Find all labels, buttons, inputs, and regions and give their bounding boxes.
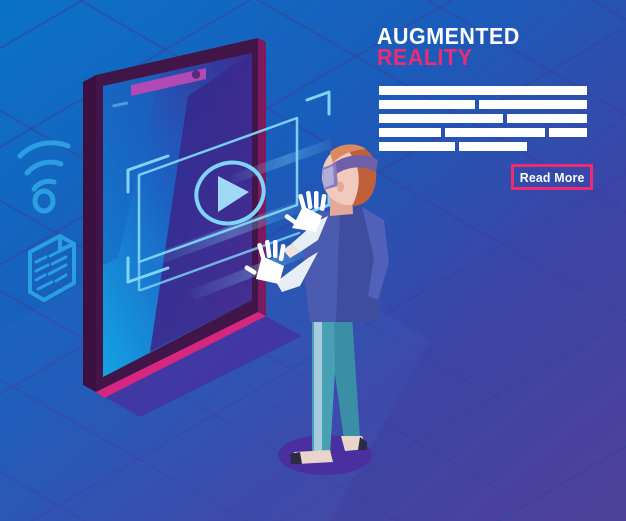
illustration-canvas: AUGMENTED REALITY Read More [0,0,626,521]
read-more-button[interactable]: Read More [511,164,593,190]
scene-svg [0,0,626,521]
read-more-label: Read More [519,169,585,185]
